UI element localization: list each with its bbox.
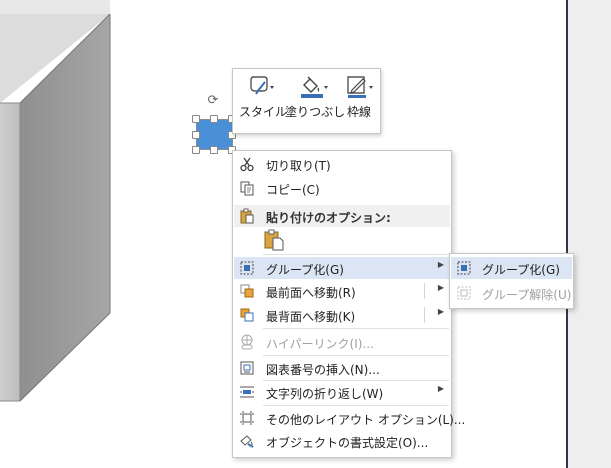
layout-options-icon (239, 410, 255, 426)
wrap-text-icon (239, 384, 255, 400)
resize-handle-n[interactable] (210, 115, 218, 123)
resize-handle-nw[interactable] (192, 115, 200, 123)
submenu-arrow-icon[interactable]: ▶ (438, 283, 444, 292)
fill-label: 塗りつぶし (285, 105, 346, 119)
document-background (568, 0, 611, 468)
pen-outline-icon (341, 73, 377, 103)
menu-separator (263, 405, 449, 406)
ungroup-icon (456, 285, 472, 301)
mini-toolbar: スタイル 塗りつぶし 枠線 (232, 68, 381, 134)
submenu-arrow-icon: ▶ (437, 384, 444, 393)
paint-bucket-icon (285, 73, 339, 103)
menu-item-group[interactable]: グループ化(G) ▶ (234, 257, 450, 279)
paste-keep-source-icon[interactable] (263, 229, 285, 251)
fill-button[interactable]: 塗りつぶし (285, 73, 346, 127)
style-label: スタイル (239, 105, 288, 119)
menu-item-bring-to-front[interactable]: 最前面へ移動(R) ▶ (234, 280, 450, 302)
cube-front-face (0, 103, 20, 401)
submenu-item-group[interactable]: グループ化(G) (451, 257, 572, 279)
submenu-arrow-icon: ▶ (437, 260, 444, 269)
format-object-icon (239, 433, 255, 449)
scissors-icon (239, 156, 255, 172)
submenu-item-ungroup[interactable]: グループ解除(U) (451, 282, 572, 304)
menu-separator (263, 254, 449, 255)
menu-item-hyperlink[interactable]: ハイパーリンク(I)... (234, 331, 450, 353)
outline-label: 枠線 (346, 105, 371, 119)
outline-button[interactable]: 枠線 (341, 73, 377, 127)
caption-icon (239, 360, 255, 376)
menu-item-send-to-back[interactable]: 最背面へ移動(K) ▶ (234, 304, 450, 326)
menu-item-cut[interactable]: 切り取り(T) (234, 153, 450, 175)
menu-item-format-object[interactable]: オブジェクトの書式設定(O)... (234, 430, 450, 452)
submenu-arrow-icon[interactable]: ▶ (438, 307, 444, 316)
resize-handle-sw[interactable] (192, 146, 200, 154)
resize-handle-w[interactable] (192, 131, 200, 139)
resize-handle-s[interactable] (210, 146, 218, 154)
style-button[interactable]: スタイル (239, 73, 288, 127)
menu-item-insert-caption[interactable]: 図表番号の挿入(N)... (234, 357, 450, 379)
menu-separator (263, 328, 449, 329)
clipboard-icon (239, 208, 255, 227)
send-to-back-icon (239, 307, 255, 323)
menu-item-wrap-text[interactable]: 文字列の折り返し(W) ▶ (234, 381, 450, 403)
group-icon (456, 260, 472, 276)
hyperlink-icon (239, 334, 255, 350)
paste-options-header: 貼り付けのオプション: (234, 205, 450, 227)
group-icon (239, 260, 255, 276)
cube-shape[interactable] (0, 0, 200, 420)
rotate-handle-icon[interactable]: ⟳ (206, 94, 220, 108)
menu-item-copy[interactable]: コピー(C) (234, 177, 450, 199)
copy-icon (239, 180, 255, 196)
group-submenu: グループ化(G) グループ解除(U) (449, 253, 574, 309)
menu-item-more-layout-options[interactable]: その他のレイアウト オプション(L)... (234, 407, 465, 429)
context-menu: 切り取り(T) コピー(C) 貼り付けのオプション: グループ化(G) ▶ 最前… (232, 150, 465, 458)
menu-separator (263, 355, 449, 356)
shape-style-icon (239, 73, 281, 103)
bring-to-front-icon (239, 283, 255, 299)
